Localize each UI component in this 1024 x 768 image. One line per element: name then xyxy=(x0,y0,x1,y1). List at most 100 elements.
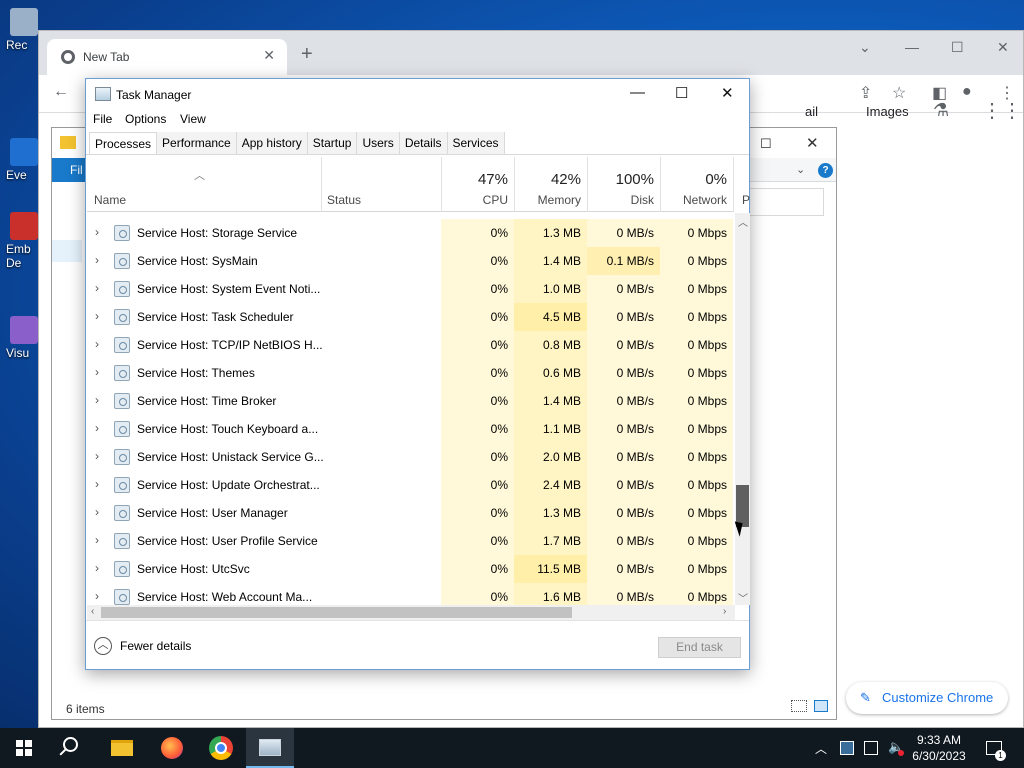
column-header-cpu[interactable]: CPU xyxy=(438,193,508,207)
scroll-down-arrow-icon[interactable]: ﹀ xyxy=(738,590,748,605)
column-header-status[interactable]: Status xyxy=(327,193,361,207)
maximize-icon[interactable]: ☐ xyxy=(760,136,772,152)
customize-chrome-button[interactable]: ✎ Customize Chrome xyxy=(846,682,1008,714)
details-view-icon[interactable] xyxy=(791,700,807,712)
column-header-power-partial[interactable]: P xyxy=(742,193,750,207)
tab-users[interactable]: Users xyxy=(357,132,400,154)
expand-chevron-icon[interactable]: › xyxy=(95,449,99,463)
expand-chevron-icon[interactable]: › xyxy=(95,393,99,407)
menu-view[interactable]: View xyxy=(180,112,206,126)
vertical-scrollbar[interactable]: ︿ ﹀ xyxy=(735,213,750,605)
expand-chevron-icon[interactable]: › xyxy=(95,225,99,239)
help-icon[interactable]: ? xyxy=(818,163,833,178)
process-row[interactable]: › Service Host: Unistack Service G... 0% 2.… xyxy=(87,443,734,471)
new-tab-button[interactable]: + xyxy=(301,43,313,66)
nav-pane-selected-item[interactable] xyxy=(52,240,82,262)
expand-chevron-icon[interactable]: › xyxy=(95,477,99,491)
column-separator[interactable] xyxy=(733,157,734,212)
process-row[interactable]: › Service Host: Touch Keyboard a... 0% 1.1 … xyxy=(87,415,734,443)
expand-chevron-icon[interactable]: › xyxy=(95,281,99,295)
end-task-button[interactable]: End task xyxy=(658,637,741,658)
expand-chevron-icon[interactable]: › xyxy=(95,561,99,575)
scrollbar-thumb[interactable] xyxy=(101,607,572,618)
gmail-link[interactable]: ail xyxy=(805,104,818,119)
disk-cell: 0 MB/s xyxy=(587,275,660,303)
tab-close-icon[interactable]: ✕ xyxy=(263,47,275,64)
column-header-name[interactable]: Name xyxy=(94,193,126,207)
tab-processes[interactable]: Processes xyxy=(89,132,158,154)
process-row[interactable]: › Service Host: User Profile Service 0% 1.7… xyxy=(87,527,734,555)
close-icon[interactable]: ✕ xyxy=(806,134,819,152)
expand-chevron-icon[interactable]: › xyxy=(95,589,99,603)
tab-startup[interactable]: Startup xyxy=(307,132,358,154)
google-apps-grid-icon[interactable]: ⋮⋮ xyxy=(982,98,1022,123)
column-header-network[interactable]: Network xyxy=(657,193,727,207)
tab-details[interactable]: Details xyxy=(399,132,448,154)
labs-flask-icon[interactable]: ⚗ xyxy=(933,100,949,121)
process-row[interactable]: › Service Host: Task Scheduler 0% 4.5 MB 0 M… xyxy=(87,303,734,331)
network-cell: 0 Mbps xyxy=(660,583,733,605)
minimize-icon[interactable]: — xyxy=(905,39,919,55)
process-row[interactable]: › Service Host: UtcSvc 0% 11.5 MB 0 MB/s 0 Mb… xyxy=(87,555,734,583)
share-icon[interactable]: ⇪ xyxy=(859,83,872,103)
profile-avatar-icon[interactable]: ● xyxy=(962,83,972,101)
close-icon[interactable]: ✕ xyxy=(721,84,734,102)
process-row[interactable]: › Service Host: Time Broker 0% 1.4 MB 0 MB/s… xyxy=(87,387,734,415)
process-row[interactable]: › Service Host: User Manager 0% 1.3 MB 0 MB/… xyxy=(87,499,734,527)
process-row[interactable]: › Service Host: Themes 0% 0.6 MB 0 MB/s 0 Mbp… xyxy=(87,359,734,387)
scroll-left-arrow-icon[interactable]: ‹ xyxy=(91,606,94,617)
menu-options[interactable]: Options xyxy=(125,112,166,126)
taskbar-search-button[interactable] xyxy=(48,728,96,768)
expand-chevron-icon[interactable]: › xyxy=(95,253,99,267)
title-bar[interactable]: Task Manager — ☐ ✕ xyxy=(86,79,749,109)
start-button[interactable] xyxy=(0,728,48,768)
process-row[interactable]: › Service Host: SysMain 0% 1.4 MB 0.1 MB/s 0 … xyxy=(87,247,734,275)
taskbar-chrome[interactable] xyxy=(197,728,245,768)
tab-app-history[interactable]: App history xyxy=(236,132,308,154)
show-hidden-icons-chevron-icon[interactable]: ︿ xyxy=(815,740,827,757)
process-row[interactable]: › Service Host: Update Orchestrat... 0% 2.4… xyxy=(87,471,734,499)
column-header-memory[interactable]: Memory xyxy=(511,193,581,207)
chrome-tab[interactable]: New Tab ✕ xyxy=(47,39,287,75)
taskbar-file-explorer[interactable] xyxy=(98,728,146,768)
chevron-up-circle-icon[interactable]: ︿ xyxy=(94,637,112,655)
close-icon[interactable]: ✕ xyxy=(997,39,1009,56)
scroll-up-arrow-icon[interactable]: ︿ xyxy=(738,214,748,229)
process-row[interactable]: › Service Host: Storage Service 0% 1.3 MB 0 … xyxy=(87,219,734,247)
network-icon[interactable] xyxy=(840,741,854,755)
taskbar-firefox[interactable] xyxy=(148,728,196,768)
taskbar-clock[interactable]: 9:33 AM 6/30/2023 xyxy=(905,732,973,764)
process-row[interactable]: › Service Host: TCP/IP NetBIOS H... 0% 0.8 … xyxy=(87,331,734,359)
tab-search-chevron-icon[interactable]: ⌄ xyxy=(859,39,871,56)
tab-services[interactable]: Services xyxy=(447,132,505,154)
bookmark-star-icon[interactable]: ☆ xyxy=(892,83,906,103)
expand-chevron-icon[interactable]: › xyxy=(95,421,99,435)
expand-chevron-icon[interactable]: › xyxy=(95,337,99,351)
fewer-details-link[interactable]: Fewer details xyxy=(120,639,191,653)
input-indicator-icon[interactable] xyxy=(864,741,878,755)
expand-chevron-icon[interactable]: › xyxy=(95,365,99,379)
back-arrow-icon[interactable]: ← xyxy=(53,83,69,101)
column-separator[interactable] xyxy=(321,157,322,212)
column-header-disk[interactable]: Disk xyxy=(584,193,654,207)
maximize-icon[interactable]: ☐ xyxy=(951,39,964,56)
expand-chevron-icon[interactable]: › xyxy=(95,309,99,323)
tab-performance[interactable]: Performance xyxy=(157,132,237,154)
desktop-icon-embedded[interactable]: Emb De xyxy=(0,212,40,270)
scroll-right-arrow-icon[interactable]: › xyxy=(723,606,726,617)
desktop-icon-recycle-bin[interactable]: Rec xyxy=(0,8,40,52)
large-icons-view-icon[interactable] xyxy=(814,700,828,712)
horizontal-scrollbar[interactable]: ‹ › xyxy=(87,605,735,620)
expand-chevron-icon[interactable]: › xyxy=(95,533,99,547)
desktop-icon-event[interactable]: Eve xyxy=(0,138,40,182)
taskbar-task-manager[interactable] xyxy=(246,728,294,768)
images-link[interactable]: Images xyxy=(866,104,909,119)
ribbon-expand-chevron-icon[interactable]: ⌄ xyxy=(796,163,805,176)
maximize-icon[interactable]: ☐ xyxy=(675,84,688,102)
menu-file[interactable]: File xyxy=(93,112,112,126)
process-row[interactable]: › Service Host: Web Account Ma... 0% 1.6 MB… xyxy=(87,583,734,605)
expand-chevron-icon[interactable]: › xyxy=(95,505,99,519)
process-row[interactable]: › Service Host: System Event Noti... 0% 1.0… xyxy=(87,275,734,303)
desktop-icon-visual[interactable]: Visu xyxy=(0,316,40,360)
minimize-icon[interactable]: — xyxy=(630,84,645,101)
